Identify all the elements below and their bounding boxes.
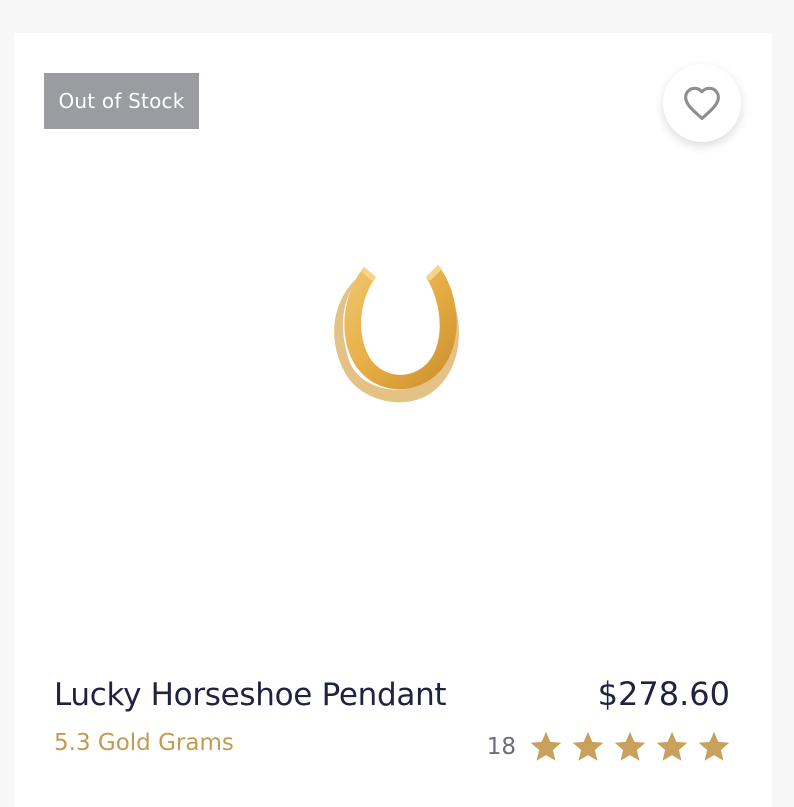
star-icon — [654, 729, 690, 765]
star-icon — [696, 729, 732, 765]
horseshoe-pendant-image — [334, 265, 459, 403]
product-price: $278.60 — [597, 675, 730, 713]
star-icon — [570, 729, 606, 765]
favorite-button[interactable] — [663, 64, 741, 142]
product-image[interactable] — [314, 253, 474, 413]
gold-weight: 5.3 Gold Grams — [54, 730, 234, 756]
star-icon — [612, 729, 648, 765]
product-card[interactable]: Out of Stock Lucky Horseshoe Pendant 5.3… — [14, 33, 772, 807]
product-title[interactable]: Lucky Horseshoe Pendant — [54, 677, 447, 713]
heart-icon — [682, 85, 722, 121]
out-of-stock-badge: Out of Stock — [44, 73, 199, 129]
rating[interactable]: 18 — [487, 729, 732, 765]
star-icon — [528, 729, 564, 765]
rating-count: 18 — [486, 734, 516, 760]
